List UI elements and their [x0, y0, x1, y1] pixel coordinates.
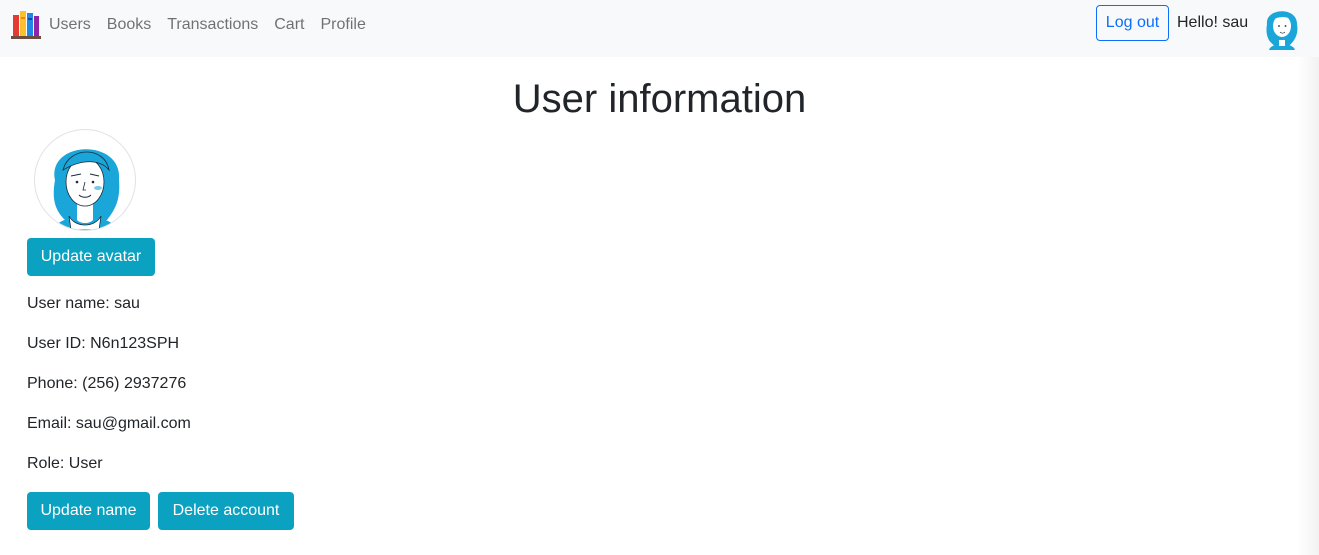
nav-link-books[interactable]: Books: [107, 16, 151, 34]
top-navbar: Users Books Transactions Cart Profile Lo…: [0, 0, 1319, 57]
user-avatar-icon[interactable]: [1259, 2, 1305, 52]
nav-link-users[interactable]: Users: [49, 16, 91, 34]
nav-link-cart[interactable]: Cart: [274, 16, 304, 34]
scrollbar-shadow: [1297, 57, 1319, 555]
delete-account-button[interactable]: Delete account: [158, 492, 294, 530]
greeting-text: Hello! sau: [1177, 14, 1249, 31]
update-name-button[interactable]: Update name: [27, 492, 150, 530]
user-avatar-icon: [34, 129, 136, 231]
page-title: User information: [512, 77, 807, 121]
books-logo-icon[interactable]: [10, 9, 42, 41]
phone-field: Phone: (256) 2937276: [27, 375, 187, 392]
nav-link-transactions[interactable]: Transactions: [167, 16, 258, 34]
nav-link-profile[interactable]: Profile: [320, 16, 365, 34]
logout-button[interactable]: Log out: [1096, 5, 1169, 41]
email-field: Email: sau@gmail.com: [27, 415, 191, 432]
role-field: Role: User: [27, 455, 103, 472]
user-name-field: User name: sau: [27, 295, 140, 312]
nav-links: Users Books Transactions Cart Profile: [49, 0, 382, 50]
user-id-field: User ID: N6n123SPH: [27, 335, 180, 352]
update-avatar-button[interactable]: Update avatar: [27, 238, 155, 276]
